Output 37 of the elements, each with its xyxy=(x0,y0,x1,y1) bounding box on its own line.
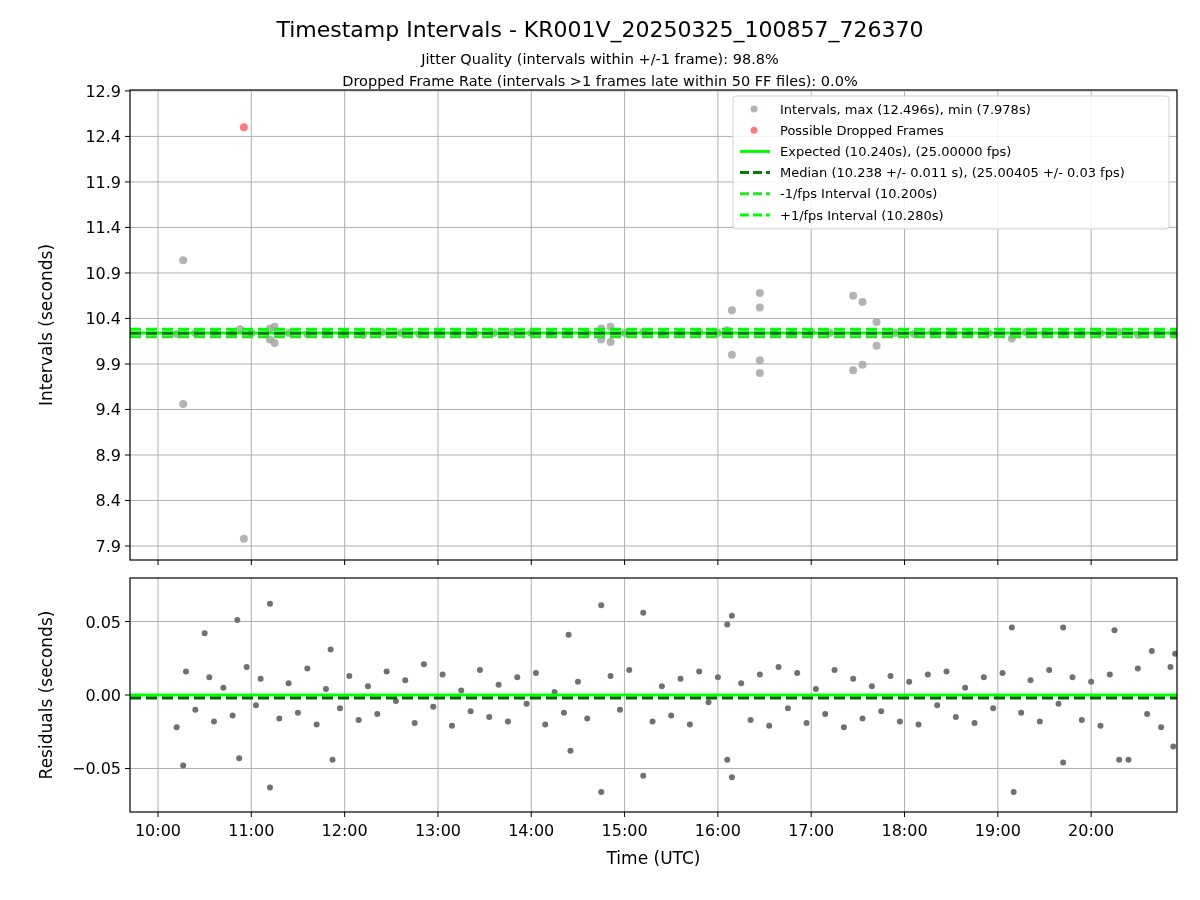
tick-label: 9.4 xyxy=(95,400,121,420)
tick-label: 12:00 xyxy=(321,821,368,840)
tick-label: 11.4 xyxy=(85,218,121,238)
figure-subtitle: Dropped Frame Rate (intervals >1 frames late within 50 FF files): 0.0% xyxy=(342,73,858,89)
tick-label: 0.00 xyxy=(85,686,121,705)
tick-label: 8.4 xyxy=(95,491,121,511)
tick-label: 12.4 xyxy=(85,127,121,147)
tick-label: 7.9 xyxy=(95,537,121,556)
tick-label: 11.9 xyxy=(85,172,121,192)
axis-label: Intervals (seconds) xyxy=(36,243,56,407)
tick-label: 13:00 xyxy=(414,821,461,840)
tick-label: −0.05 xyxy=(71,759,121,779)
tick-label: 0.05 xyxy=(85,612,121,632)
tick-label: 16:00 xyxy=(694,821,741,840)
axis-label: Residuals (seconds) xyxy=(36,610,56,780)
tick-label: 14:00 xyxy=(508,821,555,840)
tick-label: 9.9 xyxy=(95,354,121,374)
legend-label: Intervals, max (12.496s), min (7.978s) xyxy=(780,101,1031,117)
tick-label: 19:00 xyxy=(974,821,1021,840)
axis-label: Time (UTC) xyxy=(606,848,701,868)
tick-label: 12.9 xyxy=(85,81,121,101)
legend-label: Possible Dropped Frames xyxy=(780,122,944,138)
tick-label: 15:00 xyxy=(601,821,648,840)
legend-label: Median (10.238 +/- 0.011 s), (25.00405 +/- 0.03 fps) xyxy=(780,165,1125,181)
tick-label: 8.9 xyxy=(95,445,121,465)
tick-label: 11:00 xyxy=(228,821,275,840)
tick-label: 10:00 xyxy=(134,821,182,840)
tick-label: 10.9 xyxy=(85,263,121,283)
tick-label: 18:00 xyxy=(881,821,928,840)
tick-label: 20:00 xyxy=(1068,821,1115,840)
tick-label: 17:00 xyxy=(788,821,835,840)
legend-label: +1/fps Interval (10.280s) xyxy=(780,207,944,223)
legend-label: -1/fps Interval (10.200s) xyxy=(780,186,938,202)
figure-title: Timestamp Intervals - KR001V_20250325_100857_726370 xyxy=(276,17,924,42)
legend-label: Expected (10.240s), (25.00000 fps) xyxy=(780,143,1012,159)
tick-label: 10.4 xyxy=(85,309,121,329)
figure-subtitle: Jitter Quality (intervals within +/-1 frame): 98.8% xyxy=(421,51,779,67)
